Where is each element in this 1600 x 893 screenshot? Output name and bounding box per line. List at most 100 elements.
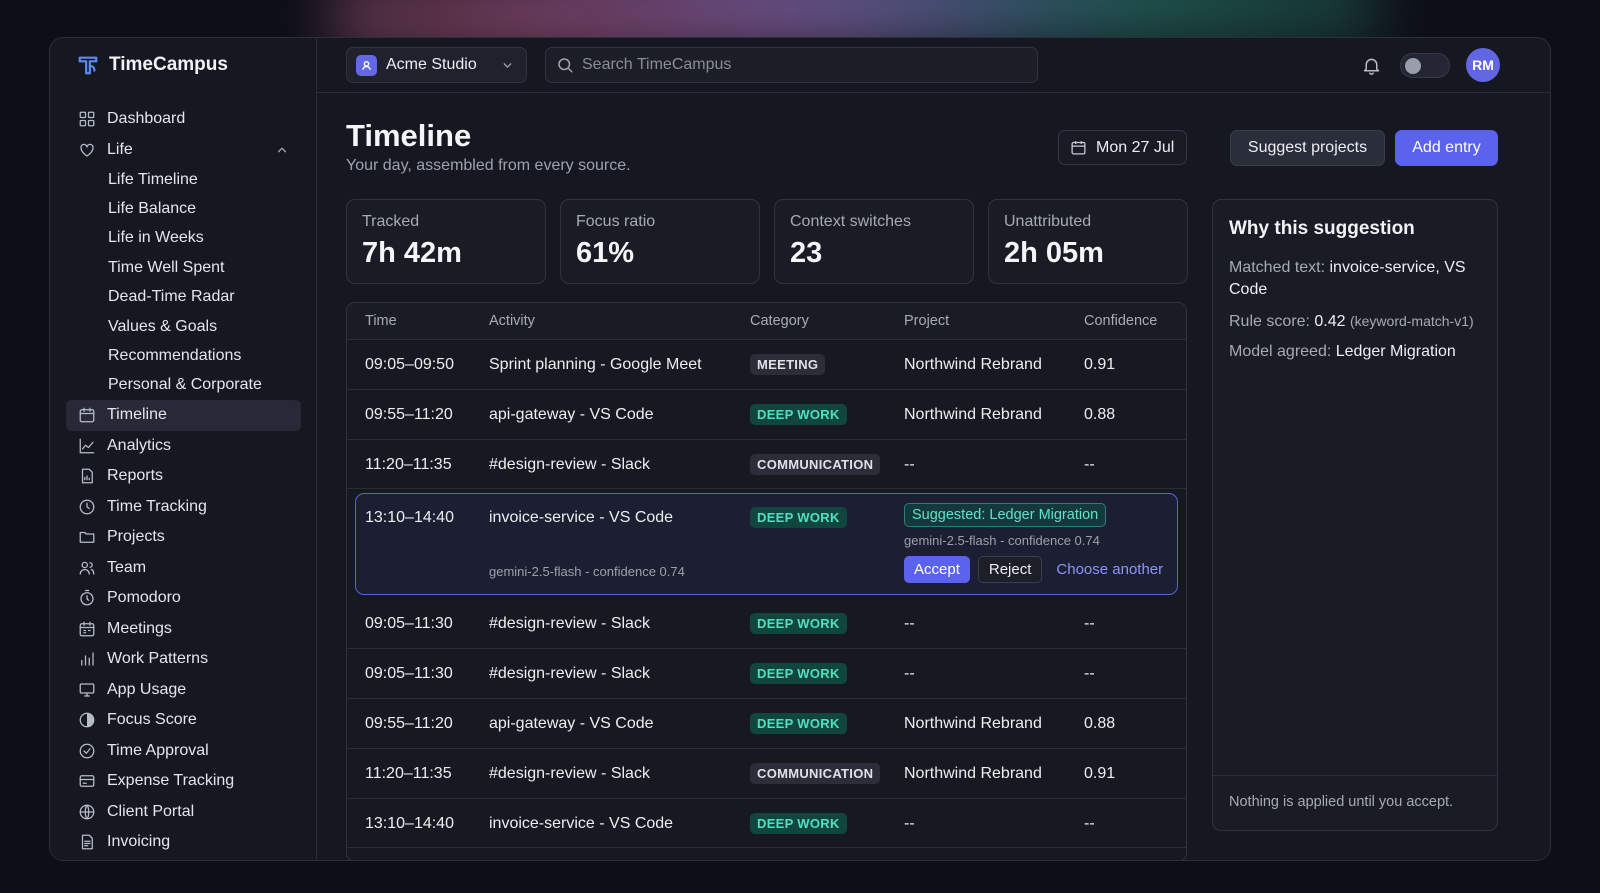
row-category: DEEP WORK — [750, 613, 847, 636]
sidebar-item-label: Dashboard — [107, 110, 186, 128]
sidebar-item-life-in-weeks[interactable]: Life in Weeks — [66, 224, 301, 253]
sidebar-item-label: Projects — [107, 528, 165, 546]
category-badge: DEEP WORK — [750, 507, 847, 529]
category-badge: COMMUNICATION — [750, 762, 881, 784]
table-row[interactable]: 09:05–11:30 #design-review - Slack DEEP … — [347, 649, 1186, 699]
report-icon — [78, 467, 96, 485]
avatar[interactable]: RM — [1466, 48, 1500, 82]
chevron-up-icon[interactable] — [275, 143, 289, 157]
row-time: 09:55–11:20 — [365, 714, 453, 732]
row-project: Northwind Rebrand — [904, 764, 1042, 782]
column-header-activity[interactable]: Activity — [489, 313, 535, 329]
date-picker-button[interactable]: Mon 27 Jul — [1058, 130, 1187, 165]
brand[interactable]: TimeCampus — [77, 54, 228, 76]
sidebar-item-invoicing[interactable]: Invoicing — [66, 827, 301, 858]
column-header-category[interactable]: Category — [750, 313, 809, 329]
sidebar-item-recommendations[interactable]: Recommendations — [66, 341, 301, 370]
theme-toggle[interactable] — [1400, 53, 1450, 78]
sidebar-item-time-well-spent[interactable]: Time Well Spent — [66, 253, 301, 282]
table-row[interactable]: 09:05–11:30 #design-review - Slack DEEP … — [347, 599, 1186, 650]
sidebar-item-app-usage[interactable]: App Usage — [66, 675, 301, 706]
page-subtitle: Your day, assembled from every source. — [346, 157, 631, 174]
search-input[interactable] — [582, 56, 1022, 74]
sidebar-item-label: Analytics — [107, 436, 172, 454]
sidebar-item-life-balance[interactable]: Life Balance — [66, 194, 301, 223]
sidebar-item-label: Client Portal — [107, 802, 195, 820]
sidebar-item-client-portal[interactable]: Client Portal — [66, 797, 301, 828]
row-confidence: 0.88 — [1084, 714, 1116, 732]
bell-icon[interactable] — [1361, 55, 1382, 76]
row-time: 09:05–09:50 — [365, 356, 454, 373]
table-row[interactable]: 13:10–14:40 invoice-service - VS Code DE… — [347, 799, 1186, 849]
sidebar-item-dead-time-radar[interactable]: Dead-Time Radar — [66, 283, 301, 312]
add-entry-button[interactable]: Add entry — [1395, 130, 1498, 166]
chevron-down-icon — [503, 63, 512, 69]
sidebar-item-time-tracking[interactable]: Time Tracking — [66, 492, 301, 523]
reject-button[interactable]: Reject — [977, 556, 1043, 584]
sidebar-item-focus-score[interactable]: Focus Score — [66, 705, 301, 736]
sidebar-item-dashboard[interactable]: Dashboard — [66, 104, 301, 135]
row-time: 09:55–11:20 — [365, 405, 453, 423]
sidebar-item-personal-corporate[interactable]: Personal & Corporate — [66, 371, 301, 400]
stat-unattributed: Unattributed 2h 05m — [988, 199, 1188, 284]
sidebar-item-label: Work Patterns — [107, 650, 209, 668]
column-header-project[interactable]: Project — [904, 313, 949, 329]
timeline-table: Time Activity Category Project Confidenc… — [346, 302, 1187, 860]
org-name: Acme Studio — [386, 56, 477, 73]
page-title: Timeline — [346, 118, 472, 153]
row-project: -- — [904, 814, 915, 832]
table-row-suggested[interactable]: 13:10–14:40 invoice-service - VS Code DE… — [355, 493, 1178, 596]
table-row[interactable]: 09:55–11:20 api-gateway - VS Code DEEP W… — [347, 390, 1186, 440]
panel-footer: Nothing is applied until you accept. — [1213, 775, 1497, 830]
sidebar-item-timeline[interactable]: Timeline — [66, 400, 301, 431]
row-time: 09:05–11:30 — [365, 615, 453, 633]
sidebar-item-analytics[interactable]: Analytics — [66, 431, 301, 462]
half-circle-icon — [78, 711, 96, 729]
table-row[interactable]: 11:20–11:35 #design-review - Slack COMMU… — [347, 749, 1186, 799]
sidebar-item-work-patterns[interactable]: Work Patterns — [66, 644, 301, 675]
category-badge: DEEP WORK — [750, 812, 847, 834]
dashboard-icon — [78, 110, 96, 128]
sidebar-item-reports[interactable]: Reports — [66, 461, 301, 492]
main-content: Timeline Your day, assembled from every … — [317, 94, 1550, 860]
choose-another-link[interactable]: Choose another — [1050, 557, 1169, 582]
row-category: COMMUNICATION — [750, 762, 881, 786]
category-badge: MEETING — [750, 354, 826, 375]
stat-value: 2h 05m — [1004, 237, 1104, 269]
accept-button[interactable]: Accept — [904, 556, 970, 584]
suggest-projects-button[interactable]: Suggest projects — [1230, 130, 1385, 166]
sidebar-item-life-timeline[interactable]: Life Timeline — [66, 165, 301, 194]
sidebar-item-values-goals[interactable]: Values & Goals — [66, 312, 301, 341]
rule-score: Rule score: 0.42 (keyword-match-v1) — [1229, 310, 1487, 333]
table-row[interactable]: 11:20–11:35 #design-review - Slack COMMU… — [347, 440, 1186, 490]
rule-note: (keyword-match-v1) — [1349, 313, 1474, 329]
table-row[interactable]: 09:55–11:20 api-gateway - VS Code DEEP W… — [347, 699, 1186, 749]
app-window: TimeCampus Dashboard Life Life Timeline Lif… — [49, 37, 1551, 861]
sidebar-item-pomodoro[interactable]: Pomodoro — [66, 583, 301, 614]
row-project: Suggested: Ledger Migration — [904, 503, 1107, 533]
sidebar-item-meetings[interactable]: Meetings — [66, 614, 301, 645]
row-project: -- — [904, 665, 915, 683]
table-row[interactable]: 09:05–09:50 Sprint planning - Google Mee… — [347, 340, 1186, 390]
check-circle-icon — [78, 742, 96, 760]
sidebar-item-label: Life in Weeks — [108, 229, 204, 247]
row-category: MEETING — [750, 354, 826, 377]
sidebar-item-team[interactable]: Team — [66, 553, 301, 584]
row-confidence: -- — [1084, 665, 1095, 683]
category-badge: COMMUNICATION — [750, 453, 881, 475]
sidebar-item-expense-tracking[interactable]: Expense Tracking — [66, 766, 301, 797]
column-header-time[interactable]: Time — [365, 313, 397, 329]
search-icon — [558, 58, 573, 73]
sidebar-item-life[interactable]: Life — [66, 135, 301, 166]
row-category: DEEP WORK — [750, 403, 847, 427]
sidebar-item-label: Dead-Time Radar — [108, 288, 235, 306]
search-box[interactable] — [545, 47, 1038, 83]
card-icon — [78, 772, 96, 790]
sidebar-item-time-approval[interactable]: Time Approval — [66, 736, 301, 767]
stat-context-switches: Context switches 23 — [774, 199, 974, 284]
column-header-confidence[interactable]: Confidence — [1084, 313, 1157, 329]
row-time: 11:20–11:35 — [365, 455, 452, 473]
sidebar-item-projects[interactable]: Projects — [66, 522, 301, 553]
org-switcher[interactable]: Acme Studio — [346, 47, 527, 83]
table-header: Time Activity Category Project Confidenc… — [347, 303, 1186, 340]
